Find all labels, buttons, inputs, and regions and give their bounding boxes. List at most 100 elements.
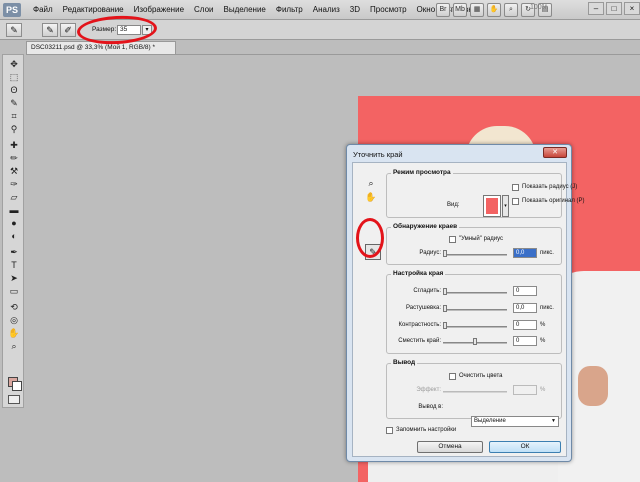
- marquee-tool-icon[interactable]: ⬚: [6, 71, 22, 83]
- window-controls: – □ ×: [588, 2, 640, 15]
- bridge-icon[interactable]: Br: [436, 3, 450, 17]
- amount-label: Эффект:: [416, 387, 441, 393]
- lasso-tool-icon[interactable]: ʘ: [6, 84, 22, 96]
- smooth-slider[interactable]: [443, 292, 507, 294]
- close-icon[interactable]: ✕: [543, 147, 567, 158]
- decontaminate-label: Очистить цвета: [459, 373, 503, 379]
- view-thumbnail[interactable]: [483, 195, 501, 217]
- healing-brush-tool-icon[interactable]: ✚: [6, 139, 22, 151]
- adjust-edge-title: Настройка края: [391, 270, 446, 277]
- guides-icon[interactable]: ▦: [470, 3, 484, 17]
- gradient-tool-icon[interactable]: ▬: [6, 204, 22, 216]
- view-mode-group: Режим просмотра Вид: ▾ Показать радиус (…: [386, 169, 585, 218]
- zoom-icon[interactable]: ⌕: [504, 3, 518, 17]
- show-original-label: Показать оригинал (P): [522, 198, 585, 204]
- menu-3d[interactable]: 3D: [345, 0, 365, 20]
- menu-view[interactable]: Просмотр: [365, 0, 412, 20]
- minimize-icon[interactable]: –: [588, 2, 604, 15]
- radius-input[interactable]: 0,0: [513, 248, 537, 258]
- type-tool-icon[interactable]: T: [6, 259, 22, 271]
- blur-tool-icon[interactable]: ●: [6, 217, 22, 229]
- view-mode-title: Режим просмотра: [391, 169, 453, 176]
- maximize-icon[interactable]: □: [606, 2, 622, 15]
- 3d-rotate-tool-icon[interactable]: ⟲: [6, 301, 22, 313]
- radius-slider-thumb[interactable]: [443, 250, 447, 257]
- smooth-input[interactable]: 0: [513, 286, 537, 296]
- contrast-input[interactable]: 0: [513, 320, 537, 330]
- menu-bar: PS Файл Редактирование Изображение Слои …: [0, 0, 640, 20]
- contrast-slider[interactable]: [443, 326, 507, 328]
- erase-refinements-tool-icon[interactable]: ✐: [60, 23, 76, 37]
- show-original-checkbox[interactable]: [512, 198, 519, 205]
- eraser-tool-icon[interactable]: ▱: [6, 191, 22, 203]
- ok-button[interactable]: ОК: [489, 441, 561, 453]
- shape-tool-icon[interactable]: ▭: [6, 285, 22, 297]
- decontaminate-checkbox[interactable]: [449, 373, 456, 380]
- smooth-slider-thumb[interactable]: [443, 288, 447, 295]
- feather-slider-thumb[interactable]: [443, 305, 447, 312]
- show-radius-checkbox[interactable]: [512, 184, 519, 191]
- edge-detection-group: Обнаружение краев "Умный" радиус Радиус:…: [386, 223, 562, 265]
- menu-file[interactable]: Файл: [28, 0, 58, 20]
- shift-edge-slider-thumb[interactable]: [473, 338, 477, 345]
- feather-input[interactable]: 0,0: [513, 303, 537, 313]
- smart-radius-checkbox[interactable]: [449, 236, 456, 243]
- pen-tool-icon[interactable]: ✒: [6, 246, 22, 258]
- shift-edge-unit: %: [540, 338, 546, 344]
- quick-selection-tool-icon[interactable]: ✎: [6, 97, 22, 109]
- hand-icon[interactable]: ✋: [365, 191, 377, 203]
- smooth-label: Сгладить:: [413, 288, 441, 294]
- view-label: Вид:: [447, 202, 460, 208]
- path-selection-tool-icon[interactable]: ➤: [6, 272, 22, 284]
- radius-slider[interactable]: [443, 254, 507, 256]
- feather-slider[interactable]: [443, 309, 507, 311]
- shift-edge-input[interactable]: 0: [513, 336, 537, 346]
- subject-arm: [578, 366, 608, 406]
- menu-layers[interactable]: Слои: [189, 0, 218, 20]
- refine-radius-tool-icon[interactable]: ✎: [42, 23, 58, 37]
- output-title: Вывод: [391, 359, 418, 366]
- background-color-swatch[interactable]: [12, 381, 22, 391]
- clone-stamp-tool-icon[interactable]: ⚒: [6, 165, 22, 177]
- amount-unit: %: [540, 387, 546, 393]
- crop-tool-icon[interactable]: ⌗: [6, 110, 22, 122]
- brush-tool-icon[interactable]: ✏: [6, 152, 22, 164]
- refine-edge-dialog: Уточнить край ✕ ⌕ ✋ ✎ Режим просмотра Ви…: [346, 144, 585, 462]
- tool-preset-icon[interactable]: ✎: [6, 23, 22, 37]
- contrast-slider-thumb[interactable]: [443, 322, 447, 329]
- menu-analysis[interactable]: Анализ: [308, 0, 345, 20]
- 3d-orbit-tool-icon[interactable]: ◎: [6, 314, 22, 326]
- menu-select[interactable]: Выделение: [218, 0, 270, 20]
- output-to-value: Выделение: [474, 418, 506, 424]
- mini-bridge-icon[interactable]: Mb: [453, 3, 467, 17]
- hand-tool-icon[interactable]: ✋: [6, 327, 22, 339]
- move-tool-icon[interactable]: ✥: [6, 58, 22, 70]
- history-brush-tool-icon[interactable]: ✑: [6, 178, 22, 190]
- radius-unit: пикс.: [540, 250, 554, 256]
- show-radius-label: Показать радиус (J): [522, 184, 578, 190]
- dialog-body: ⌕ ✋ ✎ Режим просмотра Вид: ▾ Показать ра…: [352, 162, 585, 457]
- chevron-down-icon: ▼: [551, 418, 556, 424]
- cancel-button[interactable]: Отмена: [417, 441, 483, 453]
- zoom-level[interactable]: 100%: [530, 4, 548, 11]
- output-to-label: Вывод в:: [418, 404, 443, 410]
- quick-mask-icon[interactable]: [8, 395, 20, 404]
- tools-panel: ✥ ⬚ ʘ ✎ ⌗ ⚲ ✚ ✏ ⚒ ✑ ▱ ▬ ● ◐ ✒ T ➤ ▭ ⟲ ◎ …: [2, 54, 24, 408]
- close-icon[interactable]: ×: [624, 2, 640, 15]
- hand-icon[interactable]: ✋: [487, 3, 501, 17]
- radius-label: Радиус:: [419, 250, 441, 256]
- adjust-edge-group: Настройка края Сгладить: 0 Растушевка: 0…: [386, 270, 562, 354]
- dodge-tool-icon[interactable]: ◐: [6, 230, 22, 242]
- remember-settings-checkbox[interactable]: [386, 427, 393, 434]
- eyedropper-tool-icon[interactable]: ⚲: [6, 123, 22, 135]
- zoom-icon[interactable]: ⌕: [365, 177, 377, 189]
- edge-detection-title: Обнаружение краев: [391, 223, 460, 230]
- amount-slider[interactable]: [443, 391, 507, 393]
- zoom-tool-icon[interactable]: ⌕: [6, 340, 22, 352]
- chevron-down-icon[interactable]: ▾: [502, 195, 509, 217]
- menu-items: Файл Редактирование Изображение Слои Выд…: [28, 0, 482, 20]
- output-to-select[interactable]: Выделение ▼: [471, 416, 559, 427]
- menu-filter[interactable]: Фильтр: [271, 0, 308, 20]
- amount-input[interactable]: [513, 385, 537, 395]
- dialog-title: Уточнить край: [353, 150, 403, 159]
